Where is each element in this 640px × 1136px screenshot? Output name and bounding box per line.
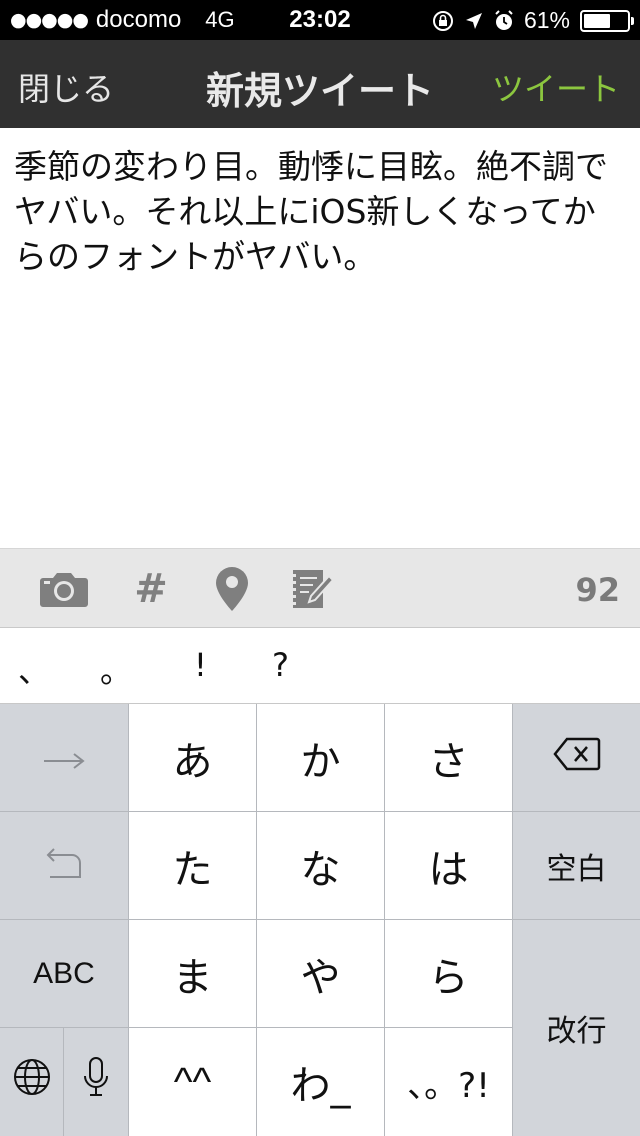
hashtag-icon[interactable]: # xyxy=(126,549,176,629)
key-ya[interactable]: や xyxy=(257,920,384,1027)
key-ta[interactable]: た xyxy=(129,812,256,919)
microphone-icon xyxy=(82,1056,110,1108)
character-count: 92 xyxy=(575,571,620,609)
key-wa[interactable]: わ_ xyxy=(257,1028,384,1136)
key-ha[interactable]: は xyxy=(385,812,512,919)
microphone-key[interactable] xyxy=(64,1028,128,1136)
backspace-key[interactable] xyxy=(513,704,640,811)
space-label: 空白 xyxy=(546,851,607,887)
globe-key[interactable] xyxy=(0,1028,63,1136)
key-punctuation[interactable]: 、。?! xyxy=(385,1028,512,1136)
next-arrow-key[interactable] xyxy=(0,704,128,811)
return-key[interactable]: 改行 xyxy=(513,920,640,1136)
close-button[interactable]: 閉じる xyxy=(18,64,114,110)
rotation-lock-icon xyxy=(432,10,454,32)
key-ma[interactable]: ま xyxy=(129,920,256,1027)
undo-key[interactable] xyxy=(0,812,128,919)
status-bar: ●●●●● docomo 4G 23:02 61% xyxy=(0,0,640,40)
candidate-question[interactable]: ? xyxy=(272,646,289,684)
candidate-period[interactable]: 。 xyxy=(100,646,132,692)
location-pin-icon[interactable] xyxy=(208,549,256,629)
drafts-icon[interactable] xyxy=(286,549,336,629)
tweet-text-area[interactable]: 季節の変わり目。動悸に目眩。絶不調でヤバい。それ以上にiOS新しくなってからのフ… xyxy=(0,128,640,548)
candidate-exclamation[interactable]: ! xyxy=(194,646,207,684)
return-label: 改行 xyxy=(546,1014,607,1049)
compose-toolbar: # 92 xyxy=(0,548,640,628)
space-key[interactable]: 空白 xyxy=(513,812,640,919)
backspace-icon xyxy=(552,735,601,781)
abc-key[interactable]: ABC xyxy=(0,920,128,1027)
keyboard: あ か さ た な は 空白 ABC ま や ら 改行 ^^ わ_ 、。?! xyxy=(0,704,640,1136)
nav-bar: 閉じる 新規ツイート ツイート xyxy=(0,40,640,128)
undo-icon xyxy=(44,841,84,891)
candidate-comma[interactable]: 、 xyxy=(18,646,50,692)
key-kaomoji[interactable]: ^^ xyxy=(129,1028,256,1136)
status-right: 61% xyxy=(432,7,634,34)
alarm-icon xyxy=(494,9,514,32)
key-a[interactable]: あ xyxy=(129,704,256,811)
tweet-button[interactable]: ツイート xyxy=(492,64,620,110)
globe-icon xyxy=(12,1057,52,1107)
location-arrow-icon xyxy=(464,11,484,31)
key-ra[interactable]: ら xyxy=(385,920,512,1027)
next-arrow-icon xyxy=(42,735,86,781)
abc-label: ABC xyxy=(33,956,95,990)
candidate-bar: 、 。 ! ? xyxy=(0,628,640,704)
key-sa[interactable]: さ xyxy=(385,704,512,811)
battery-fill xyxy=(584,13,610,28)
key-ka[interactable]: か xyxy=(257,704,384,811)
battery-icon xyxy=(580,9,634,32)
camera-icon[interactable] xyxy=(36,549,92,629)
key-na[interactable]: な xyxy=(257,812,384,919)
battery-percent: 61% xyxy=(523,7,570,33)
